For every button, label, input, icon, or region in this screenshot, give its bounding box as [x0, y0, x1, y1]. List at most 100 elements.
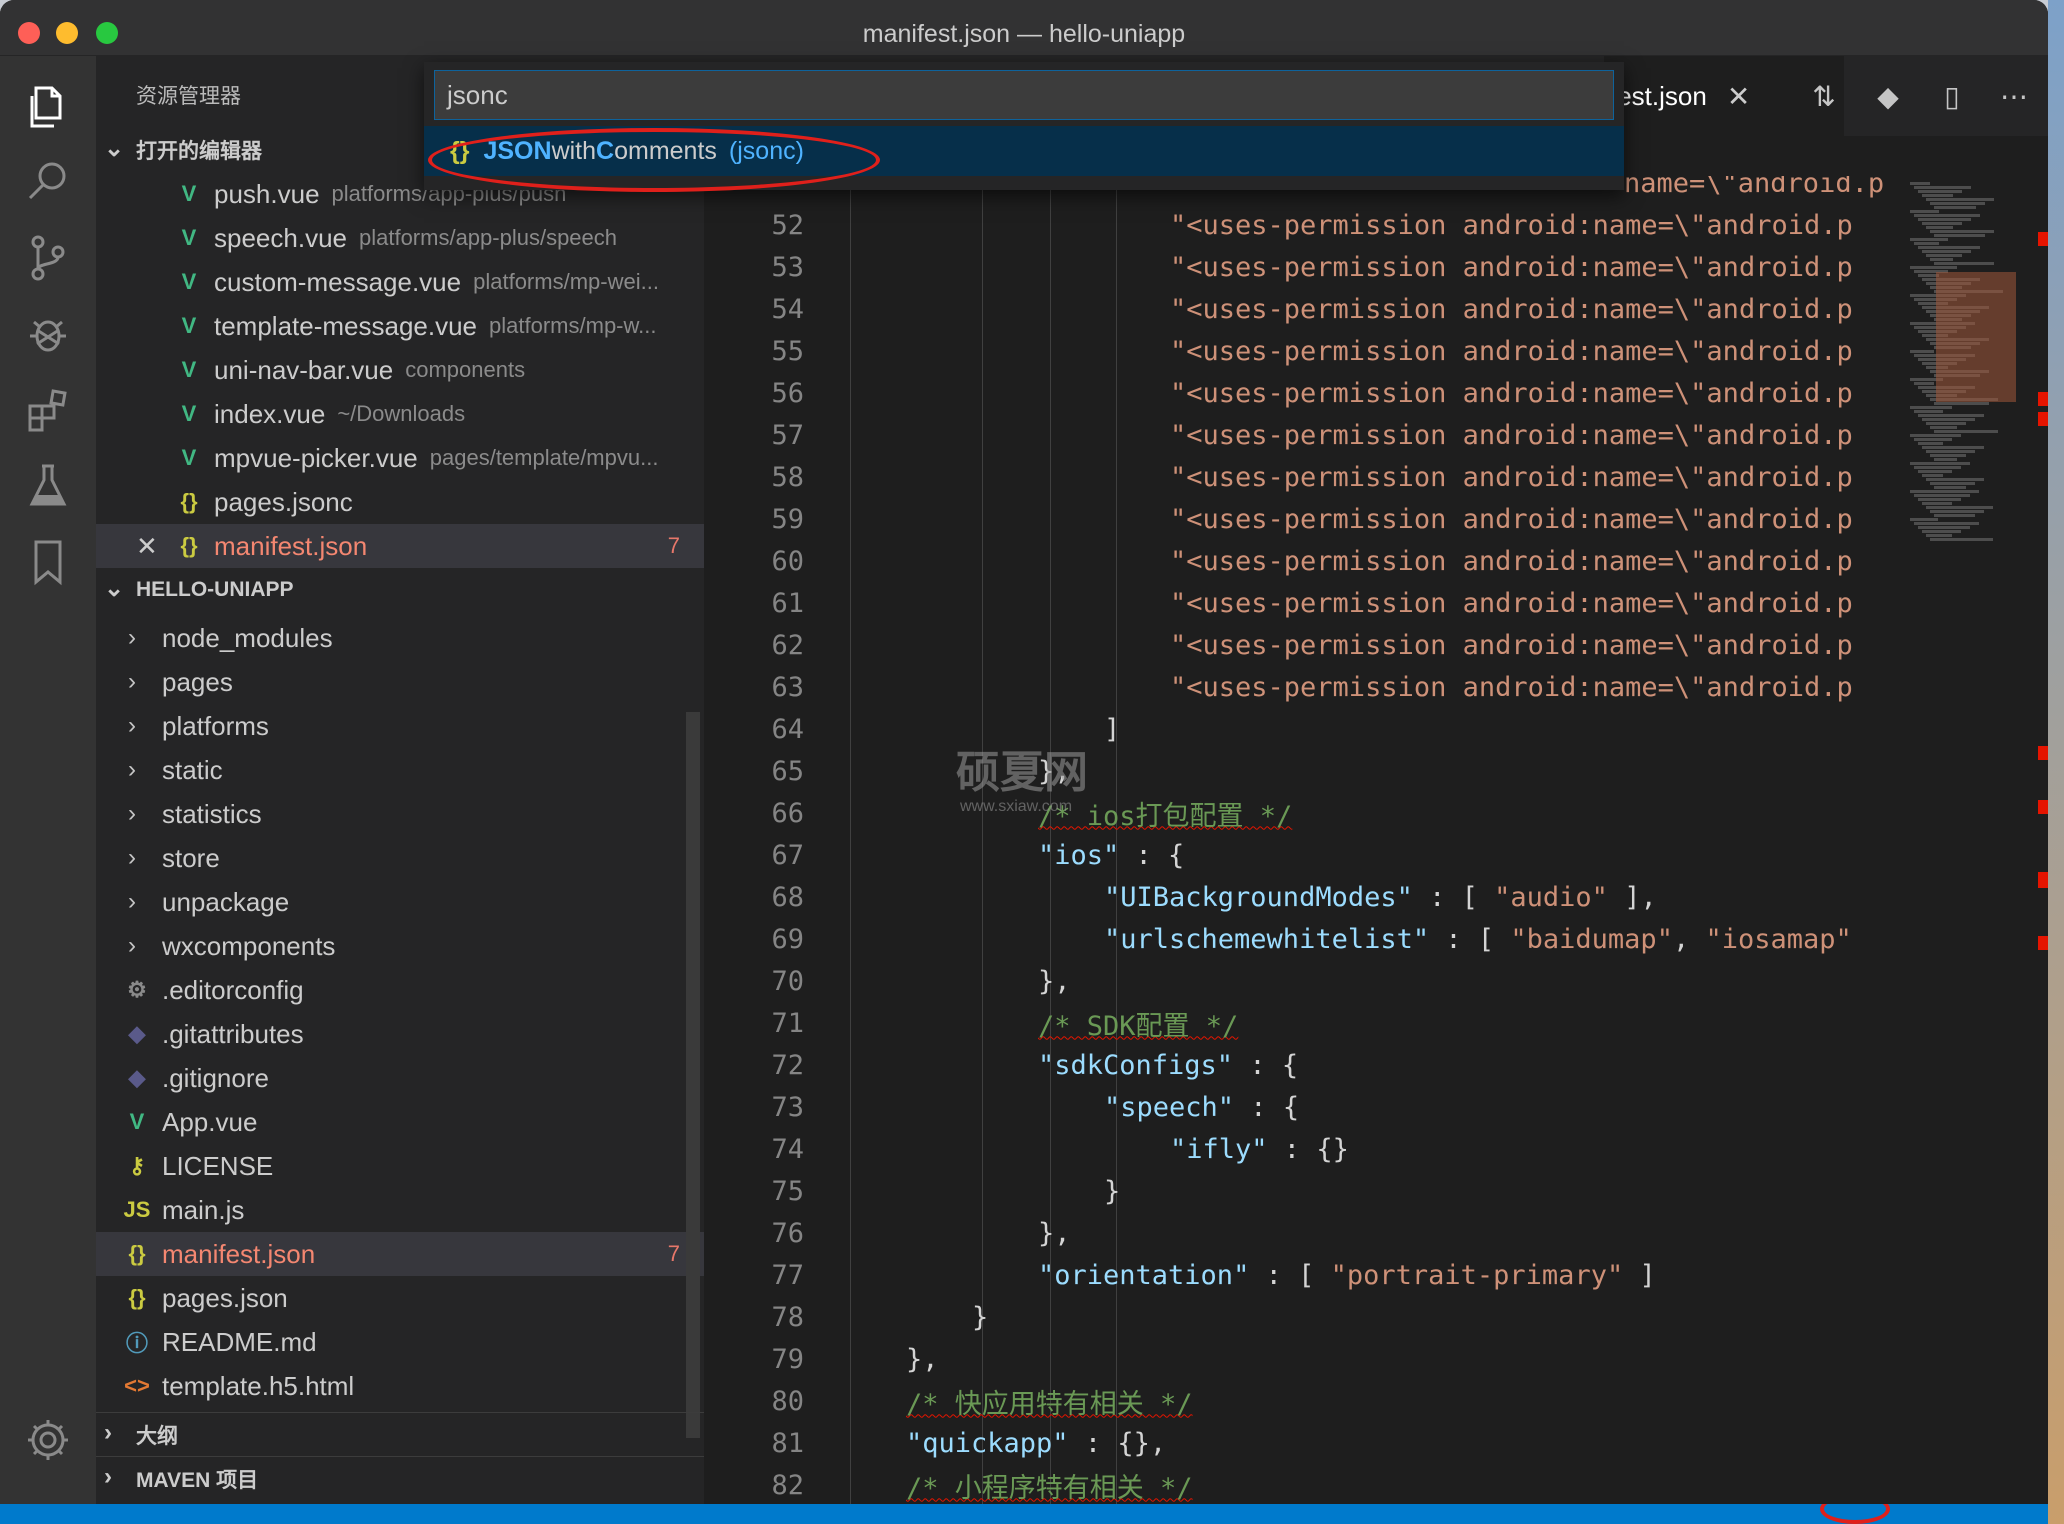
explorer-sidebar: 资源管理器 ⌄ 打开的编辑器 V push.vue platforms/app-… [96, 56, 704, 1504]
minimap-line [1910, 210, 1939, 213]
bookmark-icon[interactable] [18, 532, 78, 592]
code-view[interactable]: name=\"android.p 52 "<uses-permission and… [704, 176, 1900, 1504]
code-text: "sdkConfigs" : { [1038, 1049, 1299, 1081]
line-number: 77 [771, 1259, 804, 1291]
file-item[interactable]: ⚷ LICENSE [96, 1144, 704, 1188]
file-path: pages/template/mpvu... [429, 445, 659, 470]
line-number: 63 [771, 671, 804, 703]
folder-item[interactable]: › node_modules [96, 616, 704, 660]
open-editor-item[interactable]: {} pages.jsonc [96, 480, 704, 524]
code-line: 56 "<uses-permission android:name=\"andro… [704, 372, 1900, 414]
code-line: 78} [704, 1296, 1900, 1338]
extensions-icon[interactable] [18, 380, 78, 440]
folder-name: wxcomponents [162, 930, 336, 961]
source-control-icon[interactable] [18, 228, 78, 288]
line-number: 71 [771, 1007, 804, 1039]
file-path: platforms/mp-wei... [473, 269, 659, 294]
file-item[interactable]: ⓘ README.md [96, 1320, 704, 1364]
minimap-line [1910, 434, 1961, 437]
code-line: 65}, [704, 750, 1900, 792]
code-text: "quickapp" : {}, [906, 1427, 1167, 1459]
folder-item[interactable]: › unpackage [96, 880, 704, 924]
code-line: 53 "<uses-permission android:name=\"andro… [704, 246, 1900, 288]
code-text: } [1104, 1175, 1121, 1207]
folder-item[interactable]: › platforms [96, 704, 704, 748]
line-number: 61 [771, 587, 804, 619]
folder-item[interactable]: › store [96, 836, 704, 880]
file-item[interactable]: ◆ .gitignore [96, 1056, 704, 1100]
file-path: components [405, 357, 526, 382]
file-item[interactable]: ⚙ .editorconfig [96, 968, 704, 1012]
debug-icon[interactable] [18, 304, 78, 364]
explorer-icon[interactable] [18, 76, 78, 136]
code-line: 67 "ios" : { [704, 834, 1900, 876]
more-actions-icon[interactable]: ⋯ [1994, 76, 2034, 116]
problem-count-badge: 7 [667, 1241, 680, 1266]
code-line: 55 "<uses-permission android:name=\"andro… [704, 330, 1900, 372]
settings-gear-icon[interactable] [18, 1410, 78, 1470]
file-item[interactable]: <> template.h5.html [96, 1364, 704, 1408]
code-text: }, [906, 1343, 939, 1375]
file-item[interactable]: ◆ .gitattributes [96, 1012, 704, 1056]
minimap-line [1930, 202, 1985, 205]
chevron-right-icon: › [128, 756, 136, 783]
file-item[interactable]: V App.vue [96, 1100, 704, 1144]
watermark-url: www.sxiaw.com [960, 798, 1073, 815]
html-icon: <> [124, 1373, 150, 1398]
file-item[interactable]: {} pages.json [96, 1276, 704, 1320]
minimap-line [1926, 534, 1952, 537]
maven-header[interactable]: › MAVEN 项目 [96, 1456, 704, 1500]
line-number: 58 [771, 461, 804, 493]
line-number: 81 [771, 1427, 804, 1459]
open-editor-item[interactable]: V speech.vue platforms/app-plus/speech [96, 216, 704, 260]
minimap-line [1926, 422, 1966, 425]
close-editor-icon[interactable]: ✕ [136, 531, 174, 562]
folder-item[interactable]: › static [96, 748, 704, 792]
minimap-line [1930, 230, 1994, 233]
minimap-line [1914, 410, 1943, 413]
close-tab-icon[interactable]: ✕ [1727, 80, 1750, 113]
file-item-selected[interactable]: {} manifest.json 7 [96, 1232, 704, 1276]
folder-item[interactable]: › statistics [96, 792, 704, 836]
watermark-logo: 硕夏网 [956, 748, 1088, 797]
picker-search-input[interactable]: jsonc [434, 70, 1614, 120]
open-editor-item[interactable]: V uni-nav-bar.vue components [96, 348, 704, 392]
json-icon: {} [180, 533, 198, 558]
folder-name: static [162, 754, 223, 785]
minimap-line [1934, 262, 1994, 265]
line-number: 66 [771, 797, 804, 829]
file-name: LICENSE [162, 1150, 274, 1181]
git-lens-icon[interactable]: ◆ [1868, 76, 1908, 116]
minimap-line [1930, 426, 1957, 429]
project-header[interactable]: ⌄ HELLO-UNIAPP [96, 568, 704, 612]
editor-area: fest.json ✕ ⇅ ◆ ▯ ⋯ name=\"android.p 52 "… [704, 56, 2048, 1504]
open-editor-item[interactable]: V mpvue-picker.vue pages/template/mpvu..… [96, 436, 704, 480]
folder-item[interactable]: › wxcomponents [96, 924, 704, 968]
open-editor-item[interactable]: V custom-message.vue platforms/mp-wei... [96, 260, 704, 304]
code-line: 80 /* 快应用特有相关 */ [704, 1380, 1900, 1422]
minimap-line [1930, 258, 1953, 261]
open-editor-item[interactable]: V index.vue ~/Downloads [96, 392, 704, 436]
open-editor-item-active[interactable]: ✕ {} manifest.json 7 [96, 524, 704, 568]
code-line: 60 "<uses-permission android:name=\"andro… [704, 540, 1900, 582]
minimap[interactable] [1900, 176, 2030, 1504]
compare-changes-icon[interactable]: ⇅ [1804, 76, 1844, 116]
outline-label: 大纲 [136, 1424, 178, 1448]
minimap-line [1926, 506, 1993, 509]
license-key-icon: ⚷ [128, 1153, 146, 1178]
folder-item[interactable]: › pages [96, 660, 704, 704]
split-editor-icon[interactable]: ▯ [1932, 76, 1972, 116]
file-item[interactable]: JS main.js [96, 1188, 704, 1232]
minimap-line [1918, 470, 1952, 473]
minimap-line [1910, 266, 1957, 269]
sidebar-scrollbar[interactable] [686, 712, 700, 1438]
code-line: 69 "urlschemewhitelist" : [ "baidumap", "… [704, 918, 1900, 960]
code-text: "<uses-permission android:name=\"android… [1170, 629, 1853, 661]
minimap-line [1934, 486, 1966, 489]
code-text: "ifly" : {} [1170, 1133, 1349, 1165]
open-editor-item[interactable]: V template-message.vue platforms/mp-w... [96, 304, 704, 348]
minimap-line [1914, 438, 1952, 441]
test-flask-icon[interactable] [18, 456, 78, 516]
outline-header[interactable]: › 大纲 [96, 1412, 704, 1456]
search-icon[interactable] [18, 152, 78, 212]
